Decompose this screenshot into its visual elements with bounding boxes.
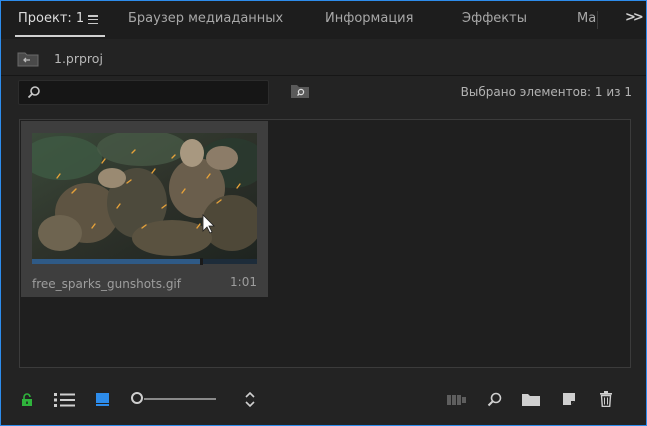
panel-tab-bar: Проект: 1 Браузер медиаданных Информация… bbox=[1, 1, 646, 39]
bin-folder-icon[interactable] bbox=[17, 51, 39, 67]
new-item-icon[interactable] bbox=[562, 392, 576, 406]
bottom-toolbar bbox=[1, 379, 646, 423]
bin-items-area[interactable]: free_sparks_gunshots.gif 1:01 bbox=[19, 119, 631, 368]
thumbnail-image bbox=[32, 133, 257, 259]
find-icon[interactable] bbox=[487, 392, 502, 407]
playhead-fill bbox=[32, 259, 201, 264]
list-view-icon[interactable] bbox=[54, 393, 76, 407]
search-input[interactable] bbox=[18, 80, 269, 105]
tab-effects[interactable]: Эффекты bbox=[462, 11, 527, 26]
new-search-bin-icon[interactable] bbox=[290, 83, 310, 99]
tab-markers[interactable]: Ма bbox=[577, 11, 596, 26]
selection-status: Выбрано элементов: 1 из 1 bbox=[460, 85, 632, 99]
hamburger-icon[interactable] bbox=[88, 15, 98, 25]
icon-view-icon[interactable] bbox=[96, 393, 109, 406]
magnifier-icon bbox=[27, 86, 40, 99]
sort-icon[interactable] bbox=[244, 391, 256, 408]
automate-to-sequence-icon[interactable] bbox=[447, 394, 467, 406]
zoom-slider-knob[interactable] bbox=[131, 392, 143, 404]
lock-icon[interactable] bbox=[21, 393, 33, 407]
project-path: 1.prproj bbox=[54, 51, 103, 66]
media-thumbnail[interactable] bbox=[32, 133, 257, 259]
new-bin-icon[interactable] bbox=[522, 393, 540, 406]
media-item-tile[interactable]: free_sparks_gunshots.gif 1:01 bbox=[21, 121, 268, 297]
tab-media-browser[interactable]: Браузер медиаданных bbox=[128, 11, 283, 26]
playhead-knob[interactable] bbox=[199, 258, 203, 265]
trash-icon[interactable] bbox=[599, 391, 613, 407]
active-tab-indicator bbox=[15, 35, 105, 37]
tab-project[interactable]: Проект: 1 bbox=[18, 11, 84, 26]
item-playhead-bar[interactable] bbox=[32, 258, 257, 265]
zoom-slider-track[interactable] bbox=[144, 398, 216, 400]
item-duration: 1:01 bbox=[230, 275, 257, 289]
tab-info[interactable]: Информация bbox=[325, 11, 413, 26]
project-panel: Проект: 1 Браузер медиаданных Информация… bbox=[0, 0, 647, 426]
item-name[interactable]: free_sparks_gunshots.gif bbox=[32, 277, 181, 291]
tab-separator bbox=[597, 11, 598, 29]
divider bbox=[1, 75, 646, 76]
double-chevron-right-icon[interactable]: >> bbox=[625, 10, 644, 25]
